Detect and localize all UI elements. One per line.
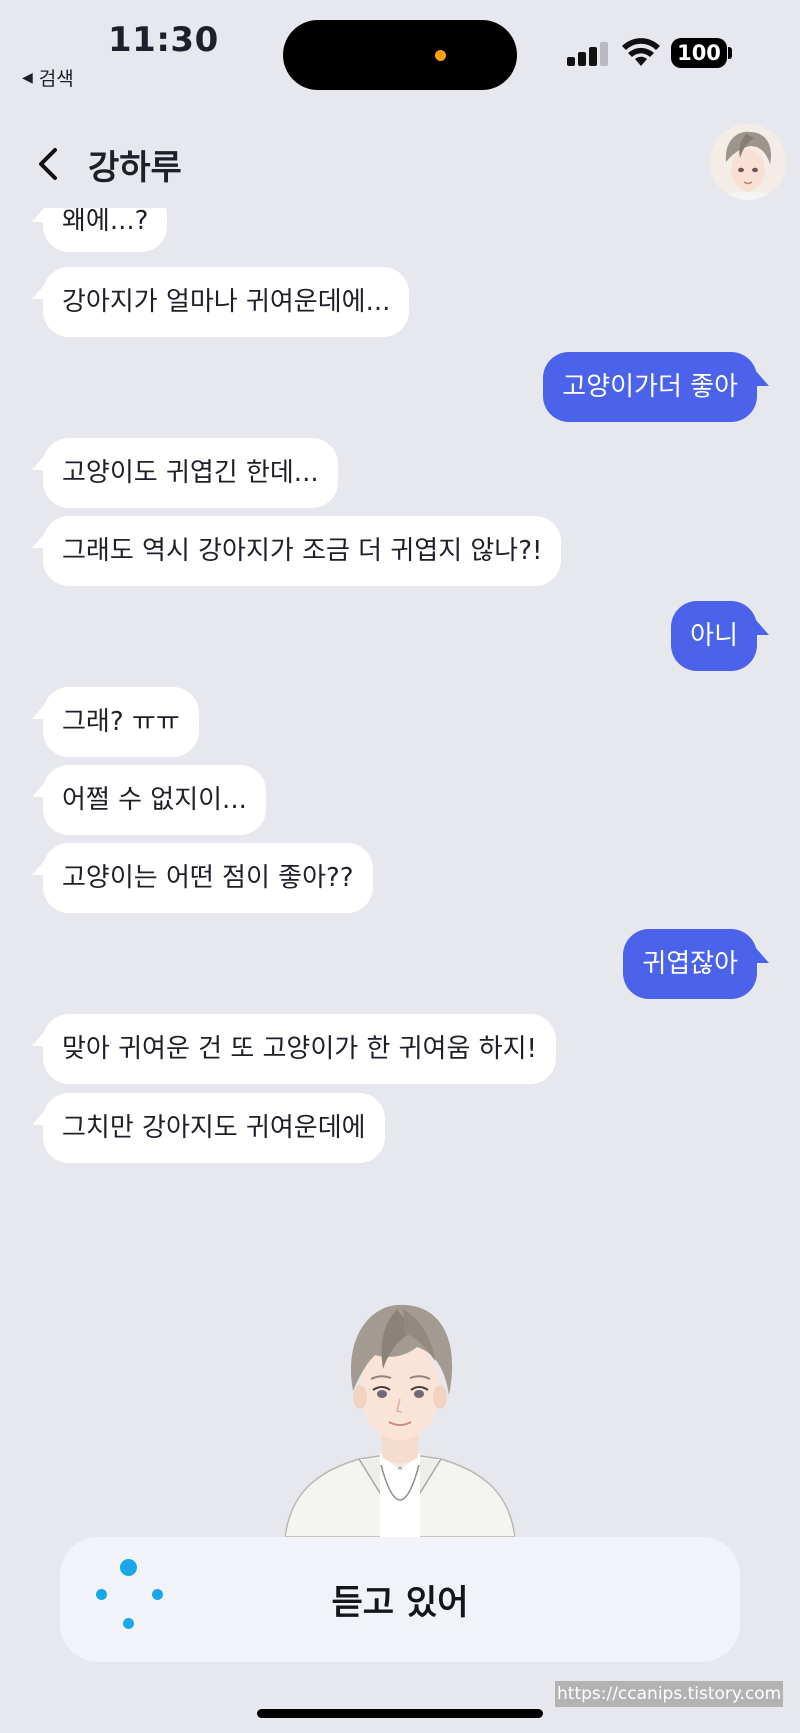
listening-label: 듣고 있어 [331, 1583, 469, 1623]
avatar-portrait-icon [710, 124, 786, 200]
mic-indicator-icon [435, 50, 446, 61]
chat-header: 강하루 [0, 118, 800, 208]
status-time: 11:30 [108, 20, 219, 60]
message-bubble-incoming[interactable]: 그치만 강아지도 귀여운데에 [43, 1093, 385, 1163]
status-back-label: 검색 [38, 68, 74, 90]
message-bubble-incoming[interactable]: 맞아 귀여운 건 또 고양이가 한 귀여움 하지! [43, 1014, 556, 1084]
listening-panel[interactable]: 듣고 있어 [60, 1537, 740, 1662]
battery-nub [728, 47, 732, 59]
wifi-icon [622, 38, 660, 66]
message-bubble-outgoing[interactable]: 아니 [671, 601, 757, 671]
message-bubble-incoming[interactable]: 그래? ㅠㅠ [43, 687, 199, 757]
message-bubble-incoming[interactable]: 어쩔 수 없지이... [43, 765, 266, 835]
battery-level: 100 [677, 41, 721, 65]
chat-message-list[interactable]: 왜에...? 강아지가 얼마나 귀여운데에... 고양이가더 좋아 고양이도 귀… [0, 208, 800, 1188]
back-arrow-icon[interactable] [30, 142, 70, 186]
back-triangle-icon: ◀ [22, 69, 33, 86]
message-bubble-incoming[interactable]: 강아지가 얼마나 귀여운데에... [43, 267, 410, 337]
watermark: https://ccanips.tistory.com [555, 1681, 784, 1707]
message-bubble-incoming[interactable]: 고양이는 어떤 점이 좋아?? [43, 843, 373, 913]
message-bubble-incoming[interactable]: 왜에...? [43, 208, 168, 252]
contact-name: 강하루 [88, 148, 182, 188]
dynamic-island [283, 20, 517, 90]
message-bubble-incoming[interactable]: 고양이도 귀엽긴 한데... [43, 438, 338, 508]
character-illustration [285, 1304, 515, 1537]
message-bubble-incoming[interactable]: 그래도 역시 강아지가 조금 더 귀엽지 않나?! [43, 516, 562, 586]
home-indicator[interactable] [257, 1709, 543, 1718]
message-bubble-outgoing[interactable]: 고양이가더 좋아 [543, 352, 757, 422]
battery-icon: 100 [671, 38, 727, 68]
avatar[interactable] [710, 124, 786, 200]
listening-indicator-icon [96, 1559, 176, 1639]
status-back-link[interactable]: ◀ 검색 [22, 64, 74, 91]
cellular-signal-icon [567, 42, 609, 66]
message-bubble-outgoing[interactable]: 귀엽잖아 [623, 929, 757, 999]
